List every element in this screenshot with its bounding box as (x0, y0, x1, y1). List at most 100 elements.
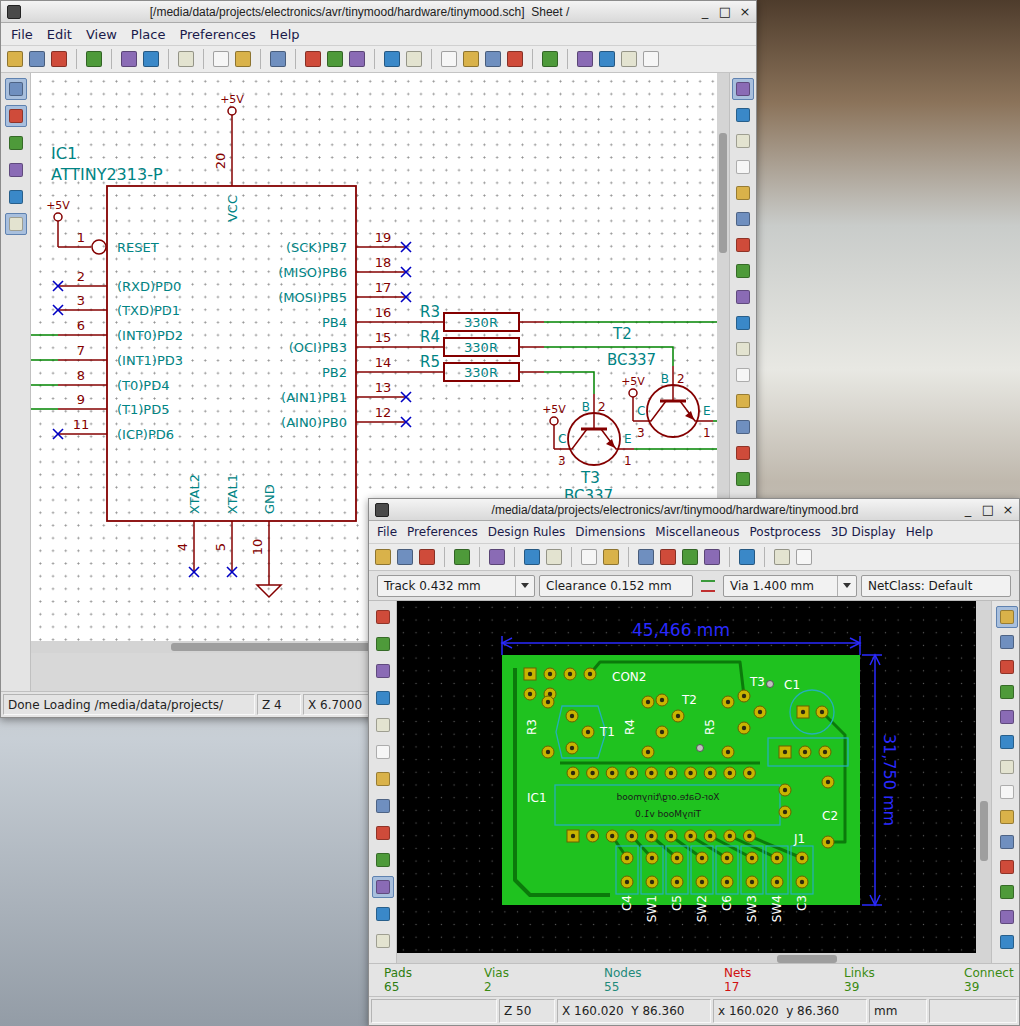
menu-item[interactable]: 3D Display (826, 525, 901, 539)
side-tool[interactable] (996, 881, 1018, 903)
side-tool[interactable] (372, 795, 394, 817)
side-tool[interactable] (372, 930, 394, 952)
menu-item[interactable]: Preferences (172, 27, 262, 42)
tool-icon[interactable] (375, 549, 391, 565)
tool-icon[interactable] (507, 51, 523, 67)
side-tool[interactable] (996, 681, 1018, 703)
side-tool[interactable] (996, 781, 1018, 803)
side-tool[interactable] (732, 234, 754, 256)
side-tool[interactable] (732, 442, 754, 464)
tool-icon[interactable] (546, 549, 562, 565)
tool-icon[interactable] (643, 51, 659, 67)
window-control[interactable]: _ (961, 502, 975, 518)
tool-icon[interactable] (704, 549, 720, 565)
side-tool[interactable] (372, 714, 394, 736)
side-tool[interactable] (732, 390, 754, 412)
board-canvas[interactable]: 45,466 mm31,750 mmCON2R3T1R4T2R5T3C1IC1C… (397, 601, 976, 953)
tool-icon[interactable] (86, 51, 102, 67)
tool-icon[interactable] (682, 549, 698, 565)
side-tool[interactable] (732, 468, 754, 490)
side-tool[interactable] (372, 741, 394, 763)
scroll-thumb[interactable] (980, 801, 988, 861)
side-tool[interactable] (372, 768, 394, 790)
window-control[interactable]: × (738, 4, 752, 20)
tool-icon[interactable] (213, 51, 229, 67)
side-tool[interactable] (5, 186, 27, 208)
tool-icon[interactable] (542, 51, 558, 67)
tool-icon[interactable] (660, 549, 676, 565)
window-control[interactable]: □ (718, 4, 732, 20)
tool-icon[interactable] (419, 549, 435, 565)
side-tool[interactable] (372, 876, 394, 898)
tool-icon[interactable] (349, 51, 365, 67)
tool-icon[interactable] (51, 51, 67, 67)
tool-icon[interactable] (599, 51, 615, 67)
tool-icon[interactable] (489, 549, 505, 565)
side-tool[interactable] (732, 416, 754, 438)
side-tool[interactable] (996, 856, 1018, 878)
side-tool[interactable] (732, 286, 754, 308)
menu-item[interactable]: Miscellaneous (650, 525, 744, 539)
side-tool[interactable] (372, 822, 394, 844)
tool-icon[interactable] (235, 51, 251, 67)
side-tool[interactable] (732, 338, 754, 360)
dropdown[interactable]: Track 0.432 mm (377, 575, 535, 597)
vertical-scrollbar[interactable] (976, 601, 991, 953)
side-tool[interactable] (732, 208, 754, 230)
dropdown[interactable]: Via 1.400 mm (723, 575, 857, 597)
side-tool[interactable] (5, 78, 27, 100)
menu-item[interactable]: Place (124, 27, 173, 42)
tool-icon[interactable] (441, 51, 457, 67)
menu-item[interactable]: Help (901, 525, 938, 539)
side-tool[interactable] (996, 931, 1018, 953)
ratsnest-icon[interactable] (697, 575, 719, 597)
tool-icon[interactable] (485, 51, 501, 67)
side-tool[interactable] (5, 159, 27, 181)
scroll-thumb[interactable] (719, 133, 727, 253)
tool-icon[interactable] (29, 51, 45, 67)
side-tool[interactable] (5, 105, 27, 127)
tool-icon[interactable] (796, 549, 812, 565)
tool-icon[interactable] (327, 51, 343, 67)
side-tool[interactable] (996, 706, 1018, 728)
tool-icon[interactable] (305, 51, 321, 67)
side-tool[interactable] (996, 656, 1018, 678)
tool-icon[interactable] (454, 549, 470, 565)
side-tool[interactable] (996, 631, 1018, 653)
side-tool[interactable] (732, 260, 754, 282)
option-field[interactable]: NetClass: Default (861, 575, 1011, 597)
window-control[interactable]: □ (981, 502, 995, 518)
menu-item[interactable]: Preferences (402, 525, 483, 539)
side-tool[interactable] (996, 606, 1018, 628)
side-tool[interactable] (372, 633, 394, 655)
side-tool[interactable] (372, 903, 394, 925)
tool-icon[interactable] (121, 51, 137, 67)
menu-item[interactable]: View (79, 27, 124, 42)
tool-icon[interactable] (577, 51, 593, 67)
tool-icon[interactable] (621, 51, 637, 67)
tool-icon[interactable] (638, 549, 654, 565)
menu-item[interactable]: File (4, 27, 40, 42)
menu-item[interactable]: Design Rules (483, 525, 571, 539)
side-tool[interactable] (732, 104, 754, 126)
window-control[interactable]: _ (698, 4, 712, 20)
scroll-thumb[interactable] (777, 955, 837, 963)
side-tool[interactable] (372, 606, 394, 628)
side-tool[interactable] (732, 130, 754, 152)
side-tool[interactable] (372, 849, 394, 871)
side-tool[interactable] (5, 132, 27, 154)
tool-icon[interactable] (270, 51, 286, 67)
tool-icon[interactable] (143, 51, 159, 67)
tool-icon[interactable] (406, 51, 422, 67)
side-tool[interactable] (996, 831, 1018, 853)
side-tool[interactable] (732, 312, 754, 334)
menu-item[interactable]: File (372, 525, 402, 539)
side-tool[interactable] (732, 182, 754, 204)
tool-icon[interactable] (178, 51, 194, 67)
menu-item[interactable]: Help (263, 27, 307, 42)
tool-icon[interactable] (7, 51, 23, 67)
side-tool[interactable] (996, 806, 1018, 828)
side-tool[interactable] (732, 364, 754, 386)
side-tool[interactable] (996, 756, 1018, 778)
menu-item[interactable]: Dimensions (570, 525, 650, 539)
